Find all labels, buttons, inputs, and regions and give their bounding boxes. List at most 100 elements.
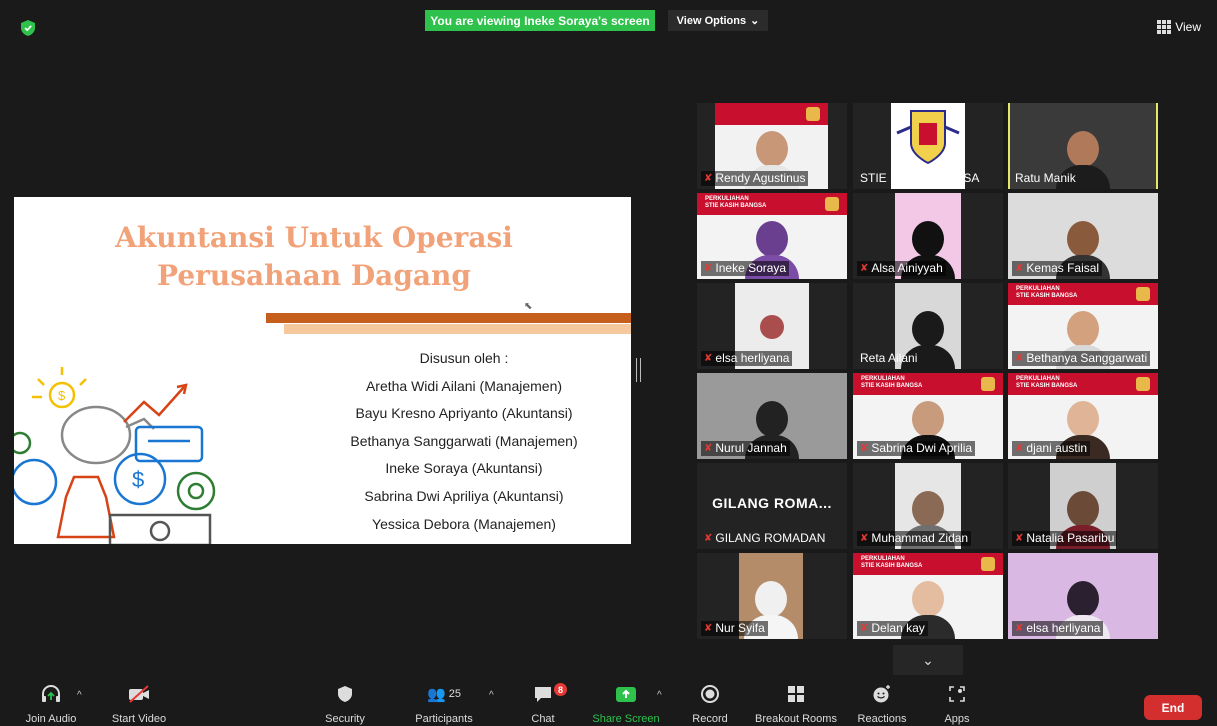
participant-tile[interactable]: PERKULIAHAN STIE KASIH BANGSA ✘ Bethanya … xyxy=(1008,283,1158,369)
slide-banner-text: PERKULIAHAN STIE KASIH BANGSA xyxy=(861,376,923,389)
chevron-down-icon: ⌄ xyxy=(750,15,760,27)
participant-name-tag: ✘ Rendy Agustinus xyxy=(701,171,809,186)
participant-name-tag: ✘ Alsa Ainiyyah xyxy=(857,261,946,276)
participant-tile[interactable]: ✘ Rendy Agustinus xyxy=(697,103,847,189)
participant-name: Ratu Manik xyxy=(1015,171,1076,185)
author-line: Bayu Kresno Apriyanto (Akuntansi) xyxy=(355,405,573,422)
participant-name: Natalia Pasaribu xyxy=(1026,531,1115,545)
mic-muted-icon: ✘ xyxy=(704,353,713,364)
mic-muted-icon: ✘ xyxy=(860,263,869,274)
slide-title: Akuntansi Untuk Operasi Perusahaan Dagan… xyxy=(84,219,544,295)
chat-bubble-icon xyxy=(535,687,551,702)
share-options-caret-icon[interactable]: ^ xyxy=(657,690,662,701)
participant-tile[interactable]: ✘ elsa herliyana xyxy=(697,283,847,369)
start-video-button[interactable]: Start Video xyxy=(94,680,184,725)
slide-title-line2: Perusahaan Dagang xyxy=(157,259,471,292)
apps-label: Apps xyxy=(944,713,970,725)
participant-tile[interactable]: PERKULIAHAN STIE KASIH BANGSA ✘ Sabrina D… xyxy=(853,373,1003,459)
participant-tile[interactable]: ✘ elsa herliyana xyxy=(1008,553,1158,639)
svg-text:$: $ xyxy=(132,467,144,492)
participant-tile[interactable]: ✘ Nur Syifa xyxy=(697,553,847,639)
participant-name-tag: ✘ Delan kay xyxy=(857,621,928,636)
participants-count: 25 xyxy=(448,688,461,700)
participants-label: Participants xyxy=(415,713,473,725)
mic-muted-icon: ✘ xyxy=(860,533,869,544)
participant-name-tag: ✘ Sabrina Dwi Aprilia xyxy=(857,441,976,456)
video-off-icon xyxy=(129,685,149,703)
participant-name-tag: ✘ Nur Syifa xyxy=(701,621,768,636)
end-meeting-button[interactable]: End xyxy=(1144,695,1202,720)
participant-tile[interactable]: Reta Ailani xyxy=(853,283,1003,369)
participant-name: Nurul Jannah xyxy=(715,441,787,455)
headphones-icon xyxy=(42,685,60,702)
view-options-button[interactable]: View Options ⌄ xyxy=(668,10,768,31)
mic-muted-icon: ✘ xyxy=(1015,353,1024,364)
author-line: Ineke Soraya (Akuntansi) xyxy=(385,460,543,477)
participant-tile[interactable]: PERKULIAHAN STIE KASIH BANGSA ✘ Delan kay xyxy=(853,553,1003,639)
share-screen-icon xyxy=(616,687,636,702)
view-options-label: View Options xyxy=(676,14,747,27)
participant-tile[interactable]: ✘ Nurul Jannah xyxy=(697,373,847,459)
slide-banner-text: PERKULIAHAN STIE KASIH BANGSA xyxy=(705,196,767,209)
slide-banner xyxy=(715,103,828,125)
chat-unread-badge: 8 xyxy=(554,683,567,696)
mic-muted-icon: ✘ xyxy=(704,263,713,274)
slide-banner-text: PERKULIAHAN STIE KASIH BANGSA xyxy=(1016,286,1078,299)
participant-tile-active-speaker[interactable]: Ratu Manik xyxy=(1008,103,1158,189)
mic-muted-icon: ✘ xyxy=(860,443,869,454)
meeting-toolbar: Join Audio ^ Start Video Security 👥 25 Pa… xyxy=(0,680,1217,726)
reactions-smiley-icon xyxy=(873,685,890,703)
mouse-cursor-icon: ⬉ xyxy=(524,301,533,312)
slide-banner: PERKULIAHAN STIE KASIH BANGSA xyxy=(697,193,847,215)
author-line: Yessica Debora (Manajemen) xyxy=(372,515,556,532)
chat-label: Chat xyxy=(531,713,555,725)
security-shield-icon xyxy=(338,686,352,702)
split-view-handle[interactable] xyxy=(636,358,641,382)
participant-tile[interactable]: ✘ Natalia Pasaribu xyxy=(1008,463,1158,549)
participant-tile[interactable]: ✘ Kemas Faisal xyxy=(1008,193,1158,279)
participant-name-tag: ✘ Natalia Pasaribu xyxy=(1012,531,1118,546)
participants-icon: 👥 xyxy=(427,686,446,703)
breakout-rooms-button[interactable]: Breakout Rooms xyxy=(751,680,841,725)
record-icon xyxy=(701,685,719,703)
breakout-rooms-icon xyxy=(788,686,804,702)
participant-name: Bethanya Sanggarwati xyxy=(1026,351,1148,365)
join-audio-button[interactable]: Join Audio xyxy=(6,680,96,725)
participant-tile[interactable]: PERKULIAHAN STIE KASIH BANGSA ✘ djani aus… xyxy=(1008,373,1158,459)
author-line: Sabrina Dwi Apriliya (Akuntansi) xyxy=(364,487,564,504)
participant-name: Reta Ailani xyxy=(860,351,918,365)
apps-button[interactable]: Apps xyxy=(912,680,1002,725)
participant-name: Muhammad Zidan xyxy=(871,531,969,545)
participants-options-caret-icon[interactable]: ^ xyxy=(489,690,494,701)
participant-name: GILANG ROMADAN xyxy=(715,531,826,545)
join-audio-label: Join Audio xyxy=(25,713,77,725)
grid-icon xyxy=(1157,20,1172,34)
participants-button[interactable]: 👥 25 Participants xyxy=(399,680,489,725)
chevron-down-icon: ⌄ xyxy=(922,651,934,668)
participant-tile[interactable]: ✘ Alsa Ainiyyah xyxy=(853,193,1003,279)
participant-tile[interactable]: ✘ Muhammad Zidan xyxy=(853,463,1003,549)
mic-muted-icon: ✘ xyxy=(1015,263,1024,274)
slide-banner: PERKULIAHAN STIE KASIH BANGSA xyxy=(853,373,1003,395)
slide-accent-bar-dark xyxy=(266,313,631,323)
mic-muted-icon: ✘ xyxy=(860,623,869,634)
record-label: Record xyxy=(692,713,728,725)
mic-muted-icon: ✘ xyxy=(1015,533,1024,544)
participant-tile[interactable]: STIE KASIH BANGSA xyxy=(853,103,1003,189)
participant-name: Delan kay xyxy=(871,621,925,635)
breakout-rooms-label: Breakout Rooms xyxy=(755,713,837,725)
participant-name: Kemas Faisal xyxy=(1026,261,1100,275)
college-logo-icon xyxy=(896,110,960,165)
record-button[interactable]: Record xyxy=(665,680,755,725)
audio-options-caret-icon[interactable]: ^ xyxy=(77,690,82,701)
mic-muted-icon: ✘ xyxy=(704,623,713,634)
view-layout-button[interactable]: View xyxy=(1157,20,1201,34)
participant-tile[interactable]: GILANG ROMA... ✘ GILANG ROMADAN xyxy=(697,463,847,549)
participant-name: STIE KASIH BANGSA xyxy=(860,171,980,185)
participant-name: elsa herliyana xyxy=(715,351,790,365)
participant-tile[interactable]: PERKULIAHAN STIE KASIH BANGSA ✘ Ineke Sor… xyxy=(697,193,847,279)
chat-button[interactable]: 8 Chat xyxy=(498,680,588,725)
participant-name-tag: ✘ elsa herliyana xyxy=(1012,621,1104,636)
gallery-next-page-button[interactable]: ⌄ xyxy=(893,645,963,675)
security-button[interactable]: Security xyxy=(300,680,390,725)
